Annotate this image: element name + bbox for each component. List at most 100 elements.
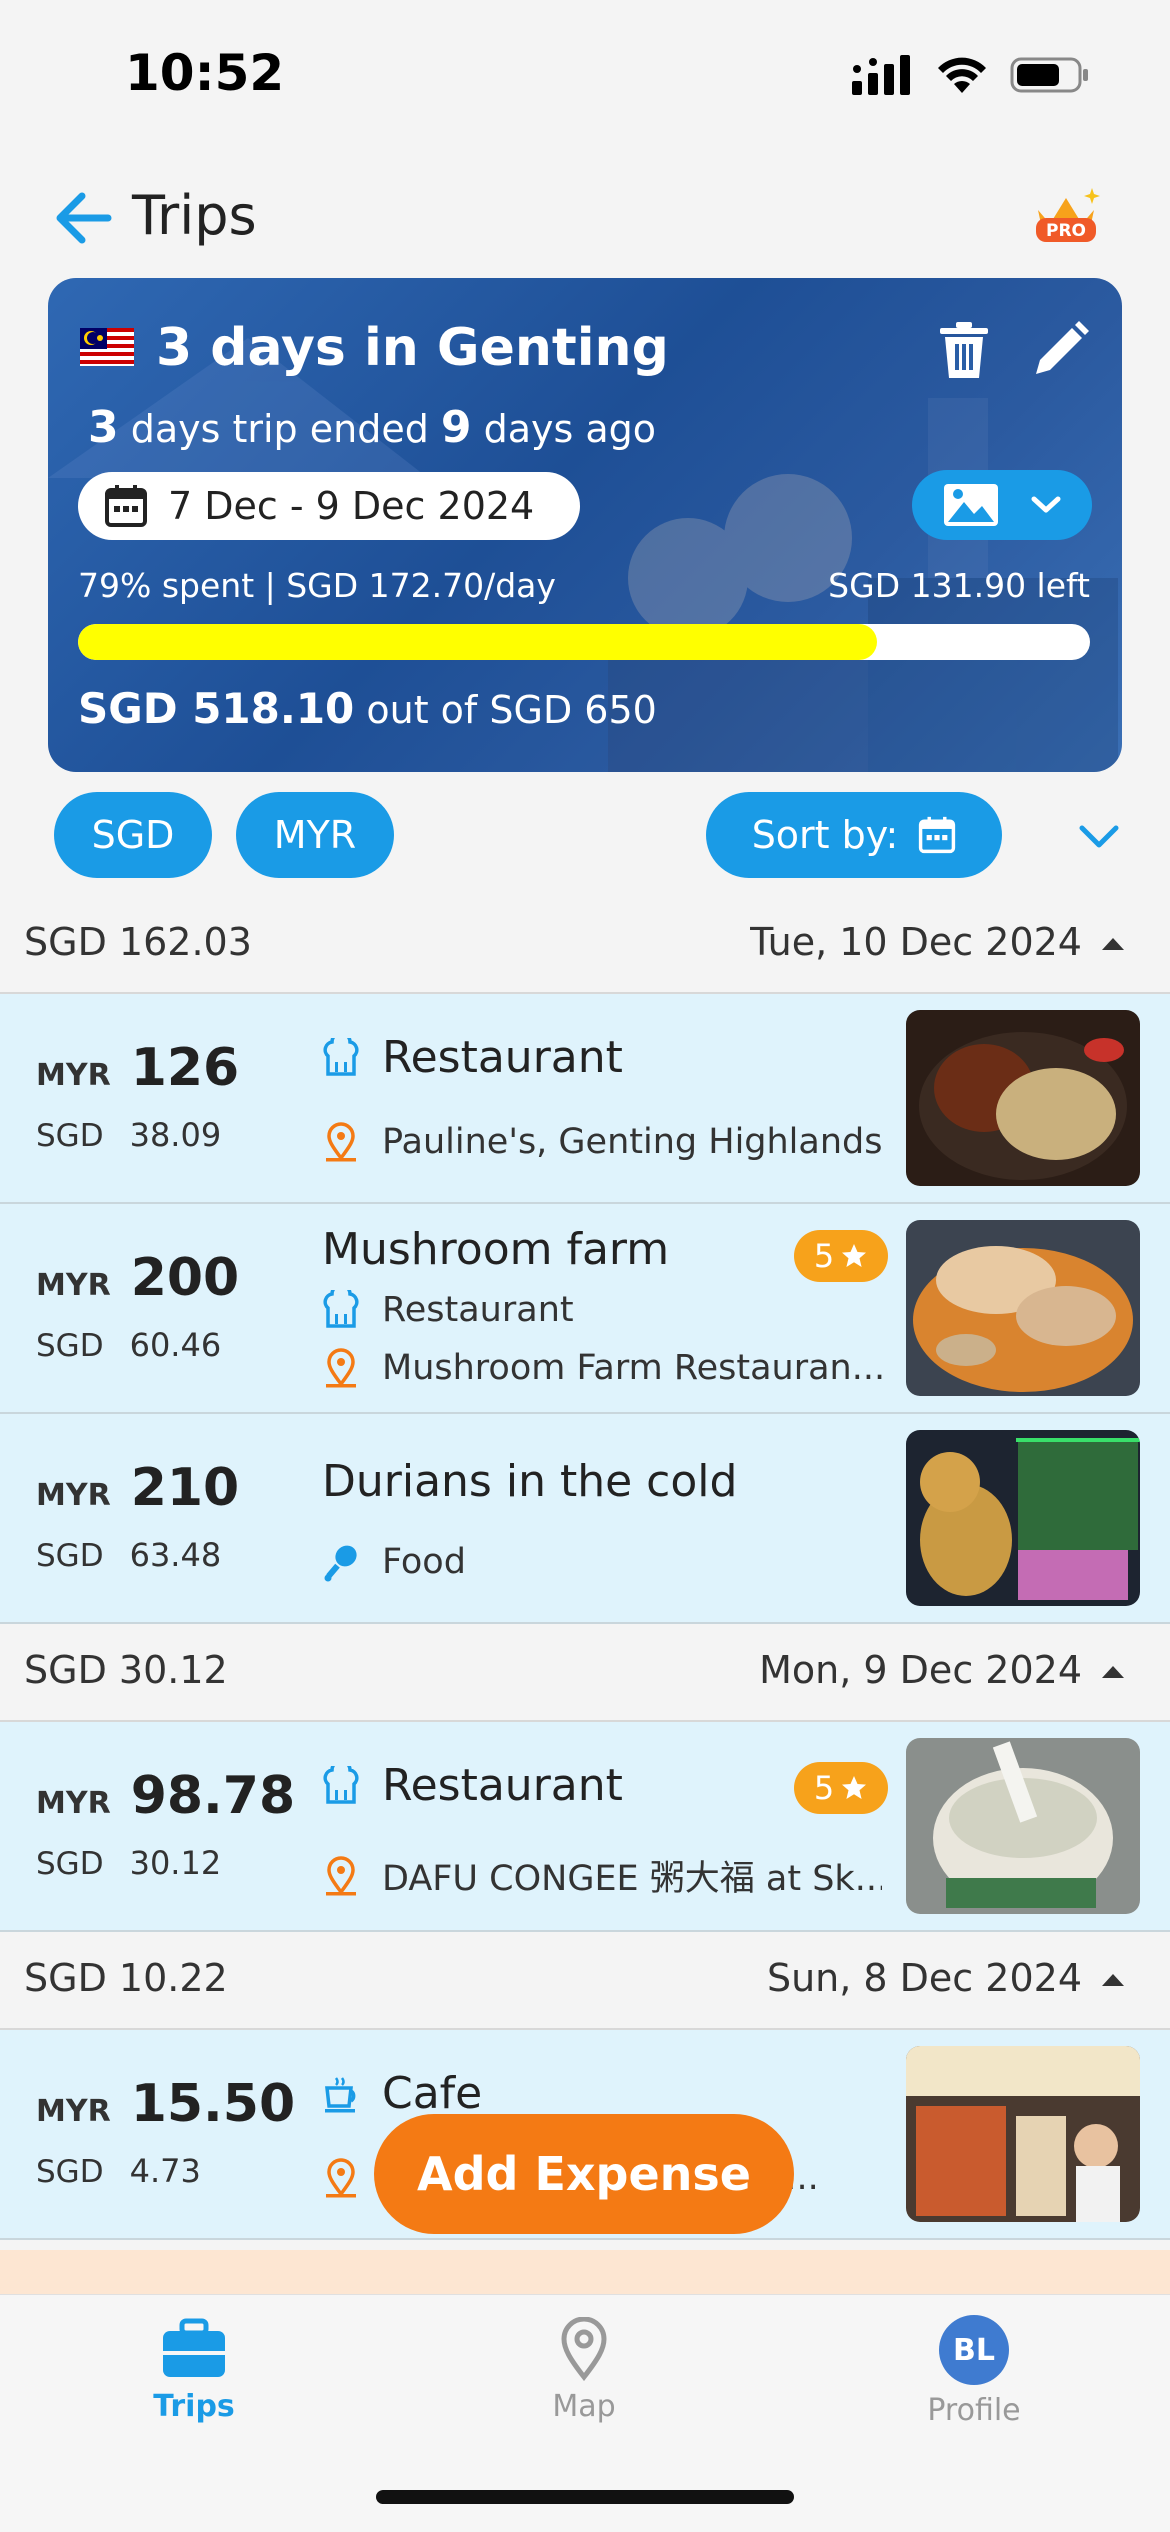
restaurant-icon: [323, 1290, 359, 1328]
converted-currency: SGD: [36, 1846, 104, 1882]
converted-value: 38.09: [129, 1116, 222, 1154]
map-pin-icon: [561, 2317, 607, 2381]
expense-row[interactable]: MYR 200 SGD 60.46 Mushroom farm 5 Restau…: [0, 1204, 1170, 1414]
day-total: SGD 10.22: [24, 1956, 228, 2000]
expense-amount: MYR 98.78: [36, 1766, 295, 1826]
calendar-icon: [105, 485, 147, 527]
tab-profile[interactable]: BL Profile: [824, 2295, 1124, 2435]
add-expense-button[interactable]: Add Expense: [374, 2114, 794, 2234]
currency-chip-myr[interactable]: MYR: [236, 792, 394, 878]
pro-badge-icon[interactable]: PRO: [1028, 180, 1104, 256]
expense-converted: SGD 38.09: [36, 1116, 221, 1154]
expense-photo[interactable]: [906, 1010, 1140, 1186]
day-total: SGD 30.12: [24, 1648, 228, 1692]
date-range-text: 7 Dec - 9 Dec 2024: [168, 484, 535, 528]
restaurant-icon: [323, 1765, 359, 1804]
location-pin-icon: [326, 1348, 356, 1388]
tab-trips-label: Trips: [153, 2389, 235, 2424]
trip-sub-end: days ago: [471, 407, 657, 451]
day-header[interactable]: SGD 10.22 Sun, 8 Dec 2024: [0, 1932, 1170, 2030]
expense-photo[interactable]: [906, 1738, 1140, 1914]
expense-title-line: Restaurant: [322, 1760, 623, 1811]
rating-value: 5: [813, 1237, 835, 1275]
expense-title-line: Cafe: [322, 2068, 482, 2119]
expense-photo[interactable]: [906, 1220, 1140, 1396]
expense-currency: MYR: [36, 2094, 111, 2129]
trip-days-ago: 9: [440, 402, 472, 453]
wifi-icon: [938, 57, 986, 93]
expense-location: Pauline's, Genting Highlands,...: [322, 1122, 882, 1162]
expense-title: Durians in the cold: [322, 1456, 738, 1507]
day-header[interactable]: SGD 30.12 Mon, 9 Dec 2024: [0, 1624, 1170, 1722]
expense-title: Mushroom farm: [322, 1224, 670, 1275]
expense-amount: MYR 210: [36, 1458, 239, 1518]
rating-badge: 5: [794, 1762, 888, 1814]
expense-currency: MYR: [36, 1478, 111, 1513]
edit-pencil-icon[interactable]: [1030, 320, 1090, 380]
avatar: BL: [939, 2315, 1009, 2385]
tab-trips[interactable]: Trips: [44, 2295, 344, 2435]
day-date: Sun, 8 Dec 2024: [766, 1956, 1082, 2000]
expense-category: Restaurant: [322, 1290, 574, 1330]
converted-value: 60.46: [129, 1326, 222, 1364]
expense-converted: SGD 30.12: [36, 1844, 221, 1882]
collapse-caret-icon: [1102, 1974, 1124, 1986]
collapse-caret-icon: [1102, 938, 1124, 950]
trip-total-spent: SGD 518.10: [78, 684, 355, 733]
expense-converted: SGD 60.46: [36, 1326, 221, 1364]
day-date: Mon, 9 Dec 2024: [759, 1648, 1082, 1692]
expense-amount-value: 200: [130, 1248, 240, 1308]
converted-value: 63.48: [129, 1536, 222, 1574]
converted-value: 4.73: [129, 2152, 201, 2190]
expense-location: DAFU CONGEE 粥大福 at Sk...: [322, 1850, 882, 1901]
expense-amount-value: 15.50: [130, 2074, 296, 2134]
filter-row: SGD MYR Sort by:: [0, 792, 1170, 880]
expense-row[interactable]: MYR 210 SGD 63.48 Durians in the cold Fo…: [0, 1414, 1170, 1624]
expense-title: Restaurant: [382, 1032, 623, 1083]
trip-total: SGD 518.10 out of SGD 650: [78, 684, 657, 733]
star-icon: [842, 1244, 867, 1267]
status-icons: [852, 55, 1090, 95]
status-bar: 10:52: [0, 0, 1170, 150]
sort-by-button[interactable]: Sort by:: [706, 792, 1002, 878]
star-icon: [842, 1776, 867, 1799]
sort-order-chevron-icon[interactable]: [1076, 814, 1122, 860]
chevron-down-icon: [1031, 496, 1061, 513]
date-range-pill[interactable]: 7 Dec - 9 Dec 2024: [78, 472, 580, 540]
signal-icon: [852, 55, 910, 95]
cover-image-dropdown[interactable]: [912, 470, 1092, 540]
pro-label: PRO: [1046, 221, 1086, 241]
currency-chip-sgd[interactable]: SGD: [54, 792, 212, 878]
day-header[interactable]: SGD 162.03 Tue, 10 Dec 2024: [0, 896, 1170, 994]
battery-icon: [1010, 57, 1088, 93]
expense-category-text: Food: [382, 1542, 466, 1582]
expense-currency: MYR: [36, 1058, 111, 1093]
location-pin-icon: [326, 1855, 356, 1895]
expense-amount: MYR 15.50: [36, 2074, 295, 2134]
expense-photo[interactable]: [906, 1430, 1140, 1606]
image-icon: [944, 484, 998, 526]
restaurant-icon: [323, 1037, 359, 1076]
trash-icon[interactable]: [936, 320, 992, 380]
expense-title: Restaurant: [382, 1760, 623, 1811]
tab-map[interactable]: Map: [434, 2295, 734, 2435]
location-pin-icon: [326, 1122, 356, 1162]
expense-amount: MYR 200: [36, 1248, 239, 1308]
expense-category-text: Restaurant: [382, 1290, 574, 1330]
trip-spend-stats: 79% spent | SGD 172.70/day: [78, 566, 556, 605]
expense-row[interactable]: MYR 126 SGD 38.09 Restaurant Pauline's, …: [0, 994, 1170, 1204]
trip-days-count: 3: [88, 402, 119, 453]
trip-total-budget: out of SGD 650: [354, 688, 657, 732]
trip-duration-text: 3 days trip ended 9 days ago: [88, 402, 656, 453]
malaysia-flag-icon: [80, 328, 134, 366]
expense-row[interactable]: MYR 98.78 SGD 30.12 Restaurant 5 DAFU CO…: [0, 1722, 1170, 1932]
header: Trips PRO: [0, 170, 1170, 270]
expense-title: Cafe: [382, 2068, 483, 2119]
trip-card[interactable]: 3 days in Genting 3 days trip ended 9 da…: [48, 278, 1122, 772]
converted-value: 30.12: [129, 1844, 222, 1882]
expense-photo[interactable]: [906, 2046, 1140, 2222]
location-pin-icon: [326, 2158, 356, 2198]
back-arrow-icon[interactable]: [52, 188, 112, 248]
budget-progress-fill: [78, 624, 878, 660]
expense-currency: MYR: [36, 1786, 111, 1821]
